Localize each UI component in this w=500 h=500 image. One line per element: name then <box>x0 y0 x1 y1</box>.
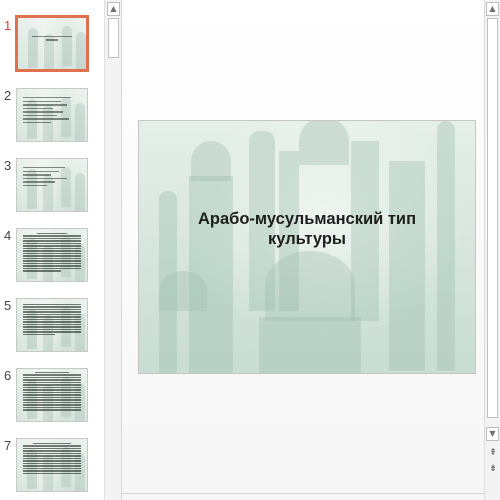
scroll-down-arrow-icon[interactable]: ▼ <box>486 427 499 441</box>
slide-number-2: 2 <box>4 88 12 103</box>
slide-thumbnail-frame[interactable] <box>16 368 88 422</box>
slide-title-line-1: Арабо-мусульманский тип <box>197 210 417 228</box>
slide-title-line-2: культуры <box>267 230 346 248</box>
thumbnail-scroll-thumb[interactable] <box>108 18 119 58</box>
slide-thumbnail-1[interactable]: 1 <box>0 15 104 80</box>
slide-thumbnail-frame[interactable] <box>16 298 88 352</box>
divider <box>122 493 484 494</box>
slide-thumbnail-7[interactable]: 7 <box>0 438 104 500</box>
current-slide[interactable]: Арабо-мусульманский тип культуры <box>138 120 476 374</box>
slide-thumbnail-2[interactable]: 2 <box>0 88 104 150</box>
slide-thumbnail-frame[interactable] <box>16 158 88 212</box>
slide-thumbnail-pane: 1 2 3 4 5 6 7 <box>0 0 104 500</box>
slide-number-1: 1 <box>4 18 12 33</box>
slide-thumbnail-frame[interactable] <box>15 15 89 72</box>
slide-thumbnail-4[interactable]: 4 <box>0 228 104 290</box>
previous-slide-icon[interactable]: ⇞ <box>486 446 500 460</box>
slide-number-5: 5 <box>4 298 12 313</box>
slide-thumbnail-frame[interactable] <box>16 228 88 282</box>
scroll-up-arrow-icon[interactable]: ▲ <box>107 2 120 16</box>
slide-thumbnail-frame[interactable] <box>16 88 88 142</box>
slide-number-7: 7 <box>4 438 12 453</box>
slide-thumbnail-5[interactable]: 5 <box>0 298 104 360</box>
slide-title[interactable]: Арабо-мусульманский тип культуры <box>179 209 435 249</box>
thumbnail-scrollbar[interactable]: ▲ <box>104 0 122 500</box>
slide-scroll-thumb[interactable] <box>487 18 498 418</box>
slide-number-6: 6 <box>4 368 12 383</box>
slide-thumbnail-6[interactable]: 6 <box>0 368 104 430</box>
next-slide-icon[interactable]: ⇟ <box>486 462 500 476</box>
slide-thumbnail-frame[interactable] <box>16 438 88 492</box>
slide-thumbnail-3[interactable]: 3 <box>0 158 104 220</box>
slide-number-3: 3 <box>4 158 12 173</box>
slide-number-4: 4 <box>4 228 12 243</box>
slide-scrollbar[interactable]: ▲ ▼ ⇞ ⇟ <box>484 0 500 500</box>
slide-editing-area: Арабо-мусульманский тип культуры <box>122 0 484 500</box>
scroll-up-arrow-icon[interactable]: ▲ <box>486 2 499 16</box>
